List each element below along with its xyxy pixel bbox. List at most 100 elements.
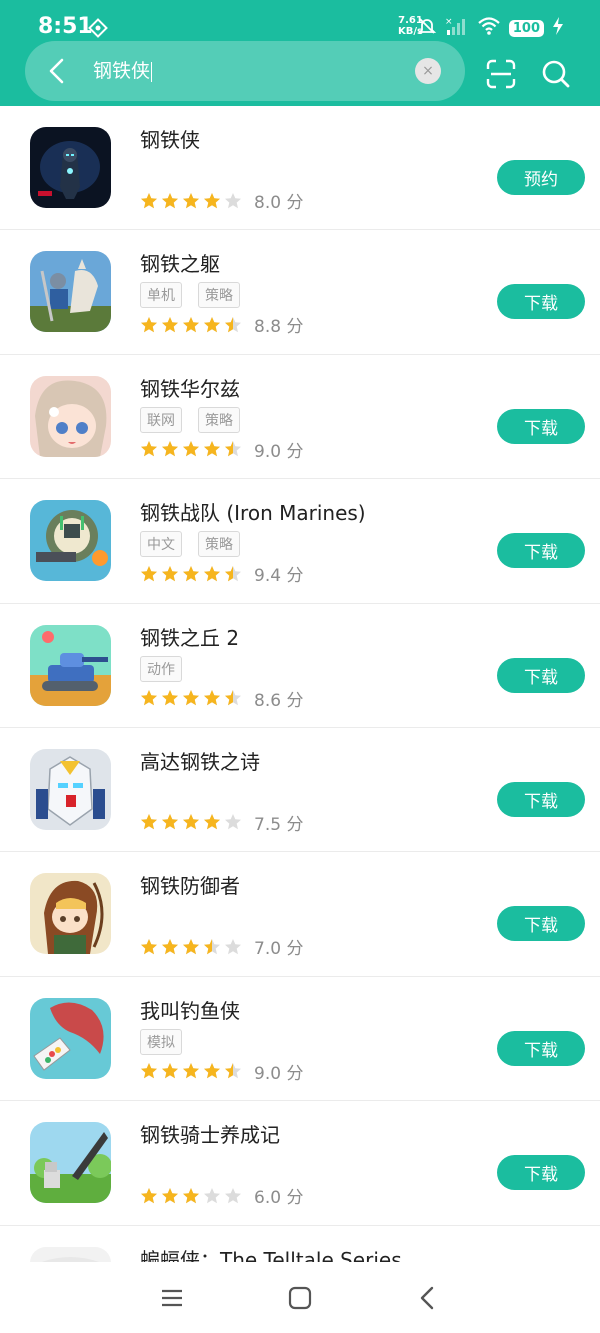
download-button[interactable]: 下载 xyxy=(497,657,585,693)
app-list-item[interactable]: 钢铁华尔兹 联网 策略 9.0 分 下载 xyxy=(0,355,600,480)
star-full-icon xyxy=(204,441,220,457)
app-tag: 单机 xyxy=(140,282,182,309)
app-tag: 策略 xyxy=(198,282,240,309)
menu-icon[interactable] xyxy=(158,1284,186,1312)
back-arrow-icon[interactable] xyxy=(40,54,74,88)
app-rating: 9.4 分 xyxy=(140,561,303,586)
star-full-icon xyxy=(162,814,178,830)
app-icon-knight-sword[interactable] xyxy=(30,1122,111,1204)
battery-indicator: 100 xyxy=(508,19,544,37)
app-icon-tank[interactable] xyxy=(30,624,111,706)
mute-bell-icon xyxy=(417,16,437,40)
app-icon-knight[interactable] xyxy=(30,251,111,333)
app-tag: 动作 xyxy=(140,655,182,682)
scan-icon[interactable] xyxy=(485,58,517,90)
app-rating: 8.0 分 xyxy=(140,188,303,213)
app-name[interactable]: 高达钢铁之诗 xyxy=(140,746,260,775)
download-button[interactable]: 下载 xyxy=(497,1155,585,1191)
app-name[interactable]: 钢铁防御者 xyxy=(140,870,240,899)
notification-icon xyxy=(88,18,108,38)
download-button[interactable]: 下载 xyxy=(497,1030,585,1066)
app-rating: 7.5 分 xyxy=(140,810,303,835)
app-tags: 动作 xyxy=(140,655,182,682)
download-button[interactable]: 下载 xyxy=(497,906,585,942)
back-icon[interactable] xyxy=(414,1284,442,1312)
app-list-item[interactable]: 钢铁骑士养成记 6.0 分 下载 xyxy=(0,1101,600,1226)
app-list-item[interactable]: 高达钢铁之诗 7.5 分 下载 xyxy=(0,728,600,853)
app-score: 8.6 分 xyxy=(254,690,304,711)
star-full-icon xyxy=(183,1187,199,1203)
charging-icon xyxy=(552,17,564,39)
app-name[interactable]: 钢铁战队 (Iron Marines) xyxy=(140,497,366,526)
app-icon-anime-girl[interactable] xyxy=(30,375,111,457)
top-bar: 8:51 7.61 KB/s × 100 钢铁侠 × xyxy=(0,0,600,106)
search-input[interactable]: 钢铁侠 xyxy=(93,58,153,84)
app-rating: 9.0 分 xyxy=(140,437,303,462)
app-score: 6.0 分 xyxy=(254,1188,304,1209)
star-full-icon xyxy=(162,1187,178,1203)
star-full-icon xyxy=(183,316,199,333)
app-icon-iron-man[interactable] xyxy=(30,127,111,208)
app-name[interactable]: 我叫钓鱼侠 xyxy=(140,995,240,1024)
star-full-icon xyxy=(183,565,199,581)
star-empty-icon xyxy=(204,1187,220,1203)
star-half-icon xyxy=(225,441,241,457)
app-tag: 中文 xyxy=(140,531,182,558)
star-full-icon xyxy=(141,814,157,830)
app-name[interactable]: 钢铁侠 xyxy=(140,124,200,153)
star-empty-icon xyxy=(225,814,241,830)
app-list-item[interactable]: 钢铁防御者 7.0 分 下载 xyxy=(0,852,600,977)
star-full-icon xyxy=(204,814,220,830)
app-list-item[interactable]: 钢铁侠 8.0 分 预约 xyxy=(0,106,600,231)
app-tag: 策略 xyxy=(198,406,240,433)
app-name[interactable]: 钢铁骑士养成记 xyxy=(140,1119,280,1148)
reserve-button[interactable]: 预约 xyxy=(497,160,585,195)
app-name[interactable]: 蝙蝠侠：The Telltale Series xyxy=(140,1244,402,1262)
app-list-item[interactable]: 钢铁之躯 单机 策略 8.8 分 下载 xyxy=(0,230,600,355)
app-name[interactable]: 钢铁之丘 2 xyxy=(140,622,239,651)
app-list-item[interactable]: 钢铁战队 (Iron Marines) 中文 策略 9.4 分 下载 xyxy=(0,479,600,604)
app-icon-fishing[interactable] xyxy=(30,997,111,1079)
app-rating: 7.0 分 xyxy=(140,934,303,959)
star-full-icon xyxy=(162,1063,178,1079)
app-icon-batman[interactable] xyxy=(30,1246,111,1262)
app-score: 7.0 分 xyxy=(254,939,304,960)
star-full-icon xyxy=(183,1063,199,1079)
star-full-icon xyxy=(141,1063,157,1079)
app-icon-archer[interactable] xyxy=(30,873,111,955)
star-full-icon xyxy=(183,814,199,830)
app-icon-iron-marines[interactable] xyxy=(30,500,111,582)
status-bar: 8:51 7.61 KB/s × 100 xyxy=(0,0,600,46)
wifi-icon xyxy=(477,16,501,40)
star-half-icon xyxy=(225,316,241,333)
download-button[interactable]: 下载 xyxy=(497,284,585,320)
app-name[interactable]: 钢铁华尔兹 xyxy=(140,373,240,402)
star-full-icon xyxy=(183,192,199,208)
app-rating: 8.8 分 xyxy=(140,312,303,337)
search-query: 钢铁侠 xyxy=(93,60,151,82)
app-list-item[interactable]: 我叫钓鱼侠 模拟 9.0 分 下载 xyxy=(0,977,600,1102)
app-score: 8.8 分 xyxy=(254,317,304,338)
app-tags: 中文 策略 xyxy=(140,531,240,558)
search-results-list: 钢铁侠 8.0 分 预约 钢铁之躯 单机 策略 8.8 分 下载 钢铁华尔兹 联… xyxy=(0,106,600,1262)
star-half-icon xyxy=(225,1063,241,1079)
app-rating: 8.6 分 xyxy=(140,686,303,711)
download-button[interactable]: 下载 xyxy=(497,408,585,444)
home-icon[interactable] xyxy=(286,1284,314,1312)
app-name[interactable]: 钢铁之躯 xyxy=(140,248,220,277)
app-tag: 模拟 xyxy=(140,1028,182,1055)
star-full-icon xyxy=(141,690,157,706)
app-rating: 6.0 分 xyxy=(140,1183,303,1208)
download-button[interactable]: 下载 xyxy=(497,533,585,569)
star-full-icon xyxy=(162,690,178,706)
search-bar[interactable] xyxy=(25,41,465,101)
download-button[interactable]: 下载 xyxy=(497,781,585,817)
clear-search-button[interactable]: × xyxy=(415,58,441,84)
svg-text:×: × xyxy=(445,17,453,27)
app-icon-gundam[interactable] xyxy=(30,748,111,830)
app-tag: 策略 xyxy=(198,531,240,558)
status-time: 8:51 xyxy=(38,14,93,39)
app-list-item[interactable]: 蝙蝠侠：The Telltale Series xyxy=(0,1226,600,1262)
app-list-item[interactable]: 钢铁之丘 2 动作 8.6 分 下载 xyxy=(0,604,600,728)
search-icon[interactable] xyxy=(540,58,572,90)
